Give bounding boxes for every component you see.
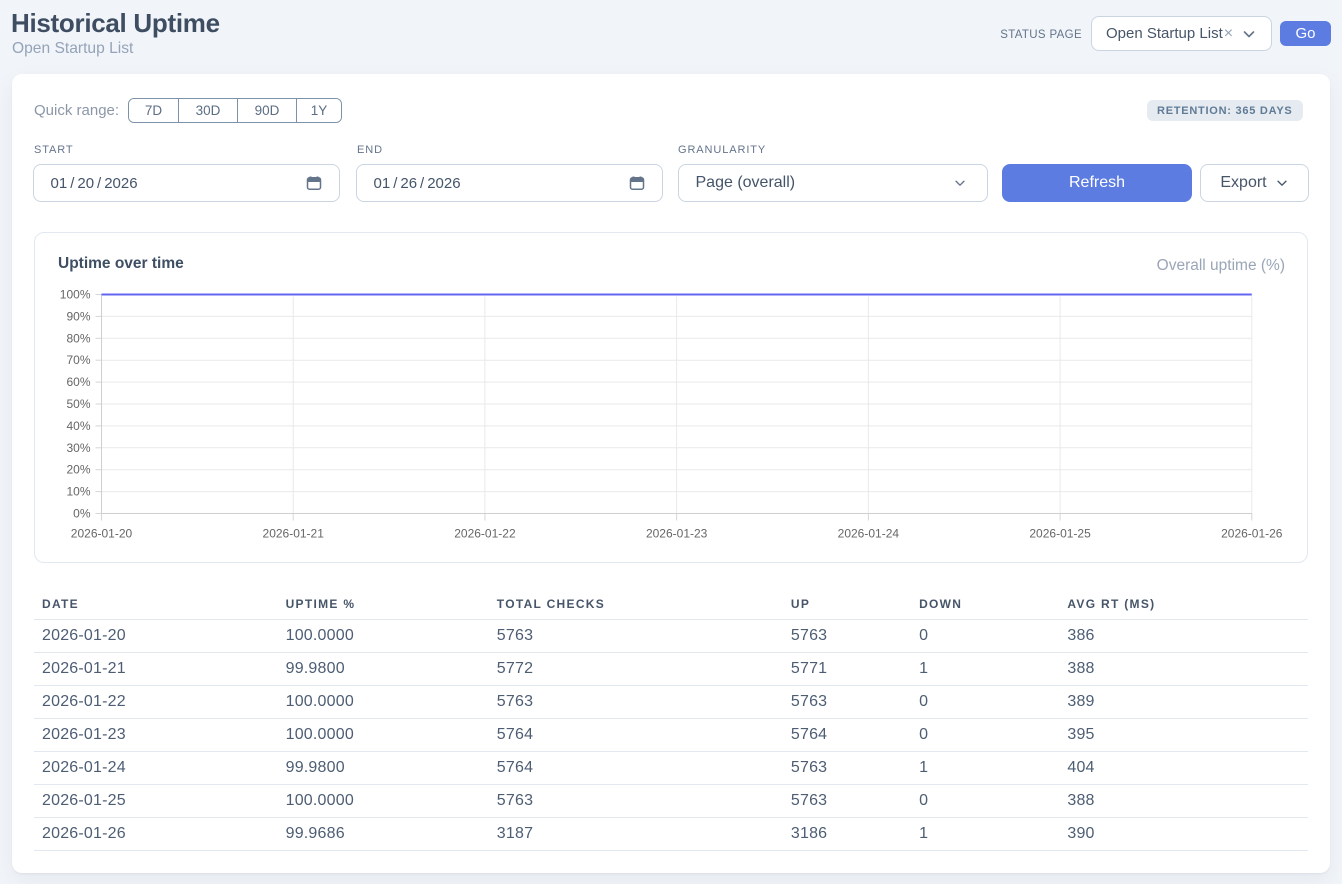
svg-text:2026-01-23: 2026-01-23	[646, 527, 708, 541]
svg-text:2026-01-24: 2026-01-24	[838, 527, 900, 541]
svg-text:2026-01-25: 2026-01-25	[1029, 527, 1091, 541]
svg-text:2026-01-22: 2026-01-22	[454, 527, 516, 541]
svg-text:50%: 50%	[66, 397, 90, 411]
svg-text:80%: 80%	[66, 331, 90, 345]
svg-text:30%: 30%	[66, 441, 90, 455]
svg-text:0%: 0%	[73, 507, 91, 521]
svg-text:2026-01-20: 2026-01-20	[71, 527, 133, 541]
svg-text:2026-01-26: 2026-01-26	[1221, 527, 1283, 541]
svg-text:60%: 60%	[66, 375, 90, 389]
svg-text:100%: 100%	[60, 288, 91, 302]
svg-text:10%: 10%	[66, 485, 90, 499]
svg-text:2026-01-21: 2026-01-21	[263, 527, 325, 541]
svg-text:90%: 90%	[66, 309, 90, 323]
svg-text:70%: 70%	[66, 353, 90, 367]
svg-text:40%: 40%	[66, 419, 90, 433]
svg-text:20%: 20%	[66, 463, 90, 477]
